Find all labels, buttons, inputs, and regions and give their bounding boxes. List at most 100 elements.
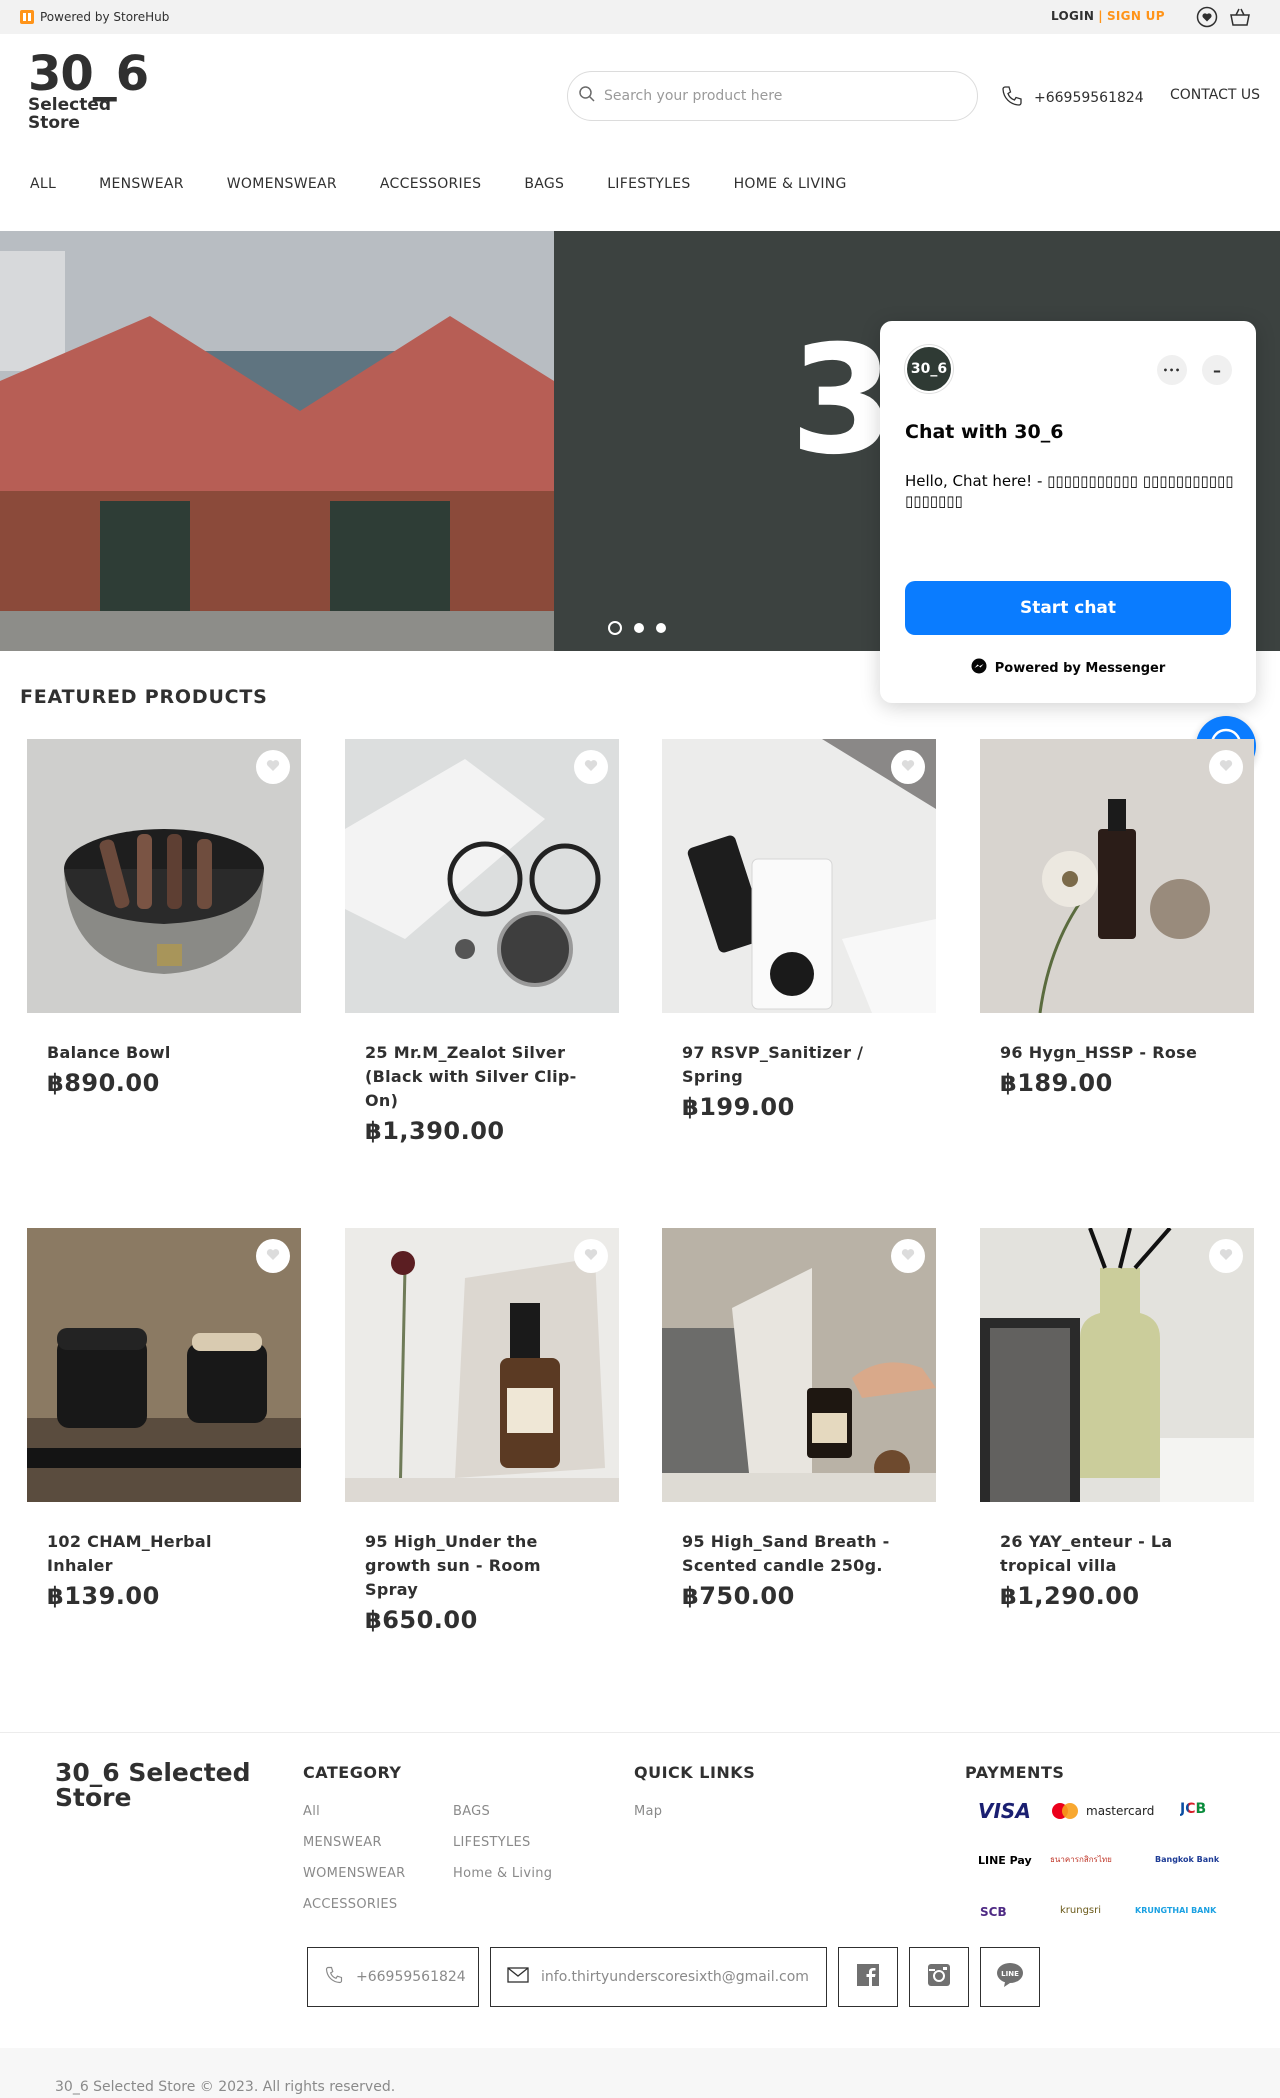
wishlist-button[interactable] — [1209, 1239, 1243, 1273]
logo-big-text: 30_6 — [28, 46, 149, 102]
line-link[interactable]: LINE — [980, 1947, 1040, 2007]
heart-icon — [1218, 757, 1234, 777]
product-price: ฿189.00 — [1000, 1069, 1113, 1097]
chat-minimize-button[interactable]: – — [1202, 355, 1232, 385]
footer-divider — [0, 1732, 1280, 1733]
chat-more-button[interactable]: ••• — [1157, 355, 1187, 385]
footer-link-menswear[interactable]: MENSWEAR — [303, 1835, 382, 1850]
phone-icon — [324, 1965, 344, 1989]
product-image[interactable] — [345, 1228, 619, 1502]
mastercard-label: mastercard — [1086, 1804, 1155, 1818]
product-price: ฿650.00 — [365, 1606, 478, 1634]
product-image[interactable] — [980, 739, 1254, 1013]
store-logo[interactable]: 30_6 Selected Store — [28, 46, 149, 132]
line-icon: LINE — [996, 1962, 1024, 1992]
product-name[interactable]: 97 RSVP_Sanitizer / Spring — [682, 1041, 916, 1089]
bangkok-bank-logo: Bangkok Bank — [1155, 1855, 1220, 1864]
product-name[interactable]: 26 YAY_enteur - La tropical villa — [1000, 1530, 1234, 1578]
product-image[interactable] — [980, 1228, 1254, 1502]
wishlist-button[interactable] — [1209, 750, 1243, 784]
hero-building-photo — [0, 231, 554, 651]
jcb-logo: JCB — [1180, 1801, 1207, 1817]
product-price: ฿1,390.00 — [365, 1117, 505, 1145]
nav-item-bags[interactable]: BAGS — [524, 176, 564, 192]
chat-title: Chat with 30_6 — [905, 421, 1064, 443]
carousel-dot-1[interactable] — [608, 621, 622, 635]
start-chat-button[interactable]: Start chat — [905, 581, 1231, 635]
product-name[interactable]: 95 High_Sand Breath - Scented candle 250… — [682, 1530, 916, 1578]
nav-item-all[interactable]: ALL — [30, 176, 56, 192]
carousel-dots — [608, 621, 666, 635]
search-box[interactable] — [567, 71, 978, 121]
product-name[interactable]: 102 CHAM_Herbal Inhaler — [47, 1530, 281, 1578]
footer-link-all[interactable]: All — [303, 1804, 320, 1819]
product-price: ฿139.00 — [47, 1582, 160, 1610]
wishlist-button[interactable] — [574, 750, 608, 784]
carousel-dot-3[interactable] — [656, 623, 666, 633]
facebook-link[interactable] — [838, 1947, 898, 2007]
footer-link-lifestyles[interactable]: LIFESTYLES — [453, 1835, 531, 1850]
heart-icon — [1218, 1246, 1234, 1266]
wishlist-button[interactable] — [891, 750, 925, 784]
product-card[interactable]: 96 Hygn_HSSP - Rose ฿189.00 — [980, 739, 1254, 1097]
product-name[interactable]: Balance Bowl — [47, 1041, 281, 1065]
main-nav: ALL MENSWEAR WOMENSWEAR ACCESSORIES BAGS… — [30, 176, 890, 192]
nav-item-womenswear[interactable]: WOMENSWEAR — [227, 176, 337, 192]
product-name[interactable]: 95 High_Under the growth sun - Room Spra… — [365, 1530, 599, 1602]
product-card[interactable]: 95 High_Under the growth sun - Room Spra… — [345, 1228, 619, 1634]
search-input[interactable] — [604, 88, 944, 104]
nav-item-accessories[interactable]: ACCESSORIES — [380, 176, 481, 192]
product-image[interactable] — [662, 1228, 936, 1502]
product-card[interactable]: 25 Mr.M_Zealot Silver (Black with Silver… — [345, 739, 619, 1145]
powered-by-label: Powered by StoreHub — [40, 10, 170, 24]
product-card[interactable]: 97 RSVP_Sanitizer / Spring ฿199.00 — [662, 739, 936, 1121]
login-link[interactable]: LOGIN — [1051, 9, 1094, 23]
contact-us-link[interactable]: CONTACT US — [1170, 87, 1260, 103]
footer-quick-links-title: QUICK LINKS — [634, 1763, 756, 1782]
messenger-chat-widget: 30_6 ••• – Chat with 30_6 Hello, Chat he… — [880, 321, 1256, 703]
footer-email-box[interactable]: info.thirtyunderscoresixth@gmail.com — [490, 1947, 827, 2007]
footer-link-home-living[interactable]: Home & Living — [453, 1866, 552, 1881]
wishlist-button[interactable] — [256, 1239, 290, 1273]
cart-basket-icon[interactable] — [1228, 6, 1252, 32]
messenger-small-icon — [971, 658, 987, 678]
footer-phone-number: +66959561824 — [356, 1969, 466, 1985]
heart-icon — [900, 757, 916, 777]
product-card[interactable]: 26 YAY_enteur - La tropical villa ฿1,290… — [980, 1228, 1254, 1610]
heart-icon — [583, 757, 599, 777]
mastercard-logo: mastercard — [1050, 1802, 1154, 1820]
instagram-link[interactable] — [909, 1947, 969, 2007]
krungthai-logo: KRUNGTHAI BANK — [1135, 1906, 1217, 1915]
product-card[interactable]: Balance Bowl ฿890.00 — [27, 739, 301, 1097]
facebook-icon — [856, 1963, 880, 1991]
nav-item-lifestyles[interactable]: LIFESTYLES — [607, 176, 690, 192]
nav-item-home-living[interactable]: HOME & LIVING — [734, 176, 847, 192]
product-price: ฿750.00 — [682, 1582, 795, 1610]
product-name[interactable]: 96 Hygn_HSSP - Rose — [1000, 1041, 1234, 1065]
wishlist-button[interactable] — [891, 1239, 925, 1273]
product-image[interactable] — [27, 1228, 301, 1502]
product-card[interactable]: 102 CHAM_Herbal Inhaler ฿139.00 — [27, 1228, 301, 1610]
product-name[interactable]: 25 Mr.M_Zealot Silver (Black with Silver… — [365, 1041, 599, 1113]
wishlist-button[interactable] — [574, 1239, 608, 1273]
footer-link-womenswear[interactable]: WOMENSWEAR — [303, 1866, 406, 1881]
featured-products-title: FEATURED PRODUCTS — [20, 686, 268, 708]
powered-by-storehub[interactable]: Powered by StoreHub — [20, 10, 169, 24]
product-card[interactable]: 95 High_Sand Breath - Scented candle 250… — [662, 1228, 936, 1610]
heart-icon — [900, 1246, 916, 1266]
wishlist-button[interactable] — [256, 750, 290, 784]
footer-link-accessories[interactable]: ACCESSORIES — [303, 1897, 397, 1912]
carousel-dot-2[interactable] — [634, 623, 644, 633]
footer-link-map[interactable]: Map — [634, 1804, 662, 1819]
signup-link[interactable]: SIGN UP — [1107, 9, 1165, 23]
product-image[interactable] — [27, 739, 301, 1013]
chat-message: Hello, Chat here! - ▯▯▯▯▯▯▯▯▯▯▯ ▯▯▯▯▯▯▯▯… — [905, 472, 1234, 510]
scb-logo: SCB — [980, 1905, 1007, 1919]
wishlist-heart-icon[interactable] — [1196, 6, 1218, 32]
footer-link-bags[interactable]: BAGS — [453, 1804, 490, 1819]
nav-item-menswear[interactable]: MENSWEAR — [99, 176, 184, 192]
header-phone[interactable]: +66959561824 — [1000, 84, 1144, 112]
product-image[interactable] — [345, 739, 619, 1013]
footer-phone-box[interactable]: +66959561824 — [307, 1947, 479, 2007]
product-image[interactable] — [662, 739, 936, 1013]
